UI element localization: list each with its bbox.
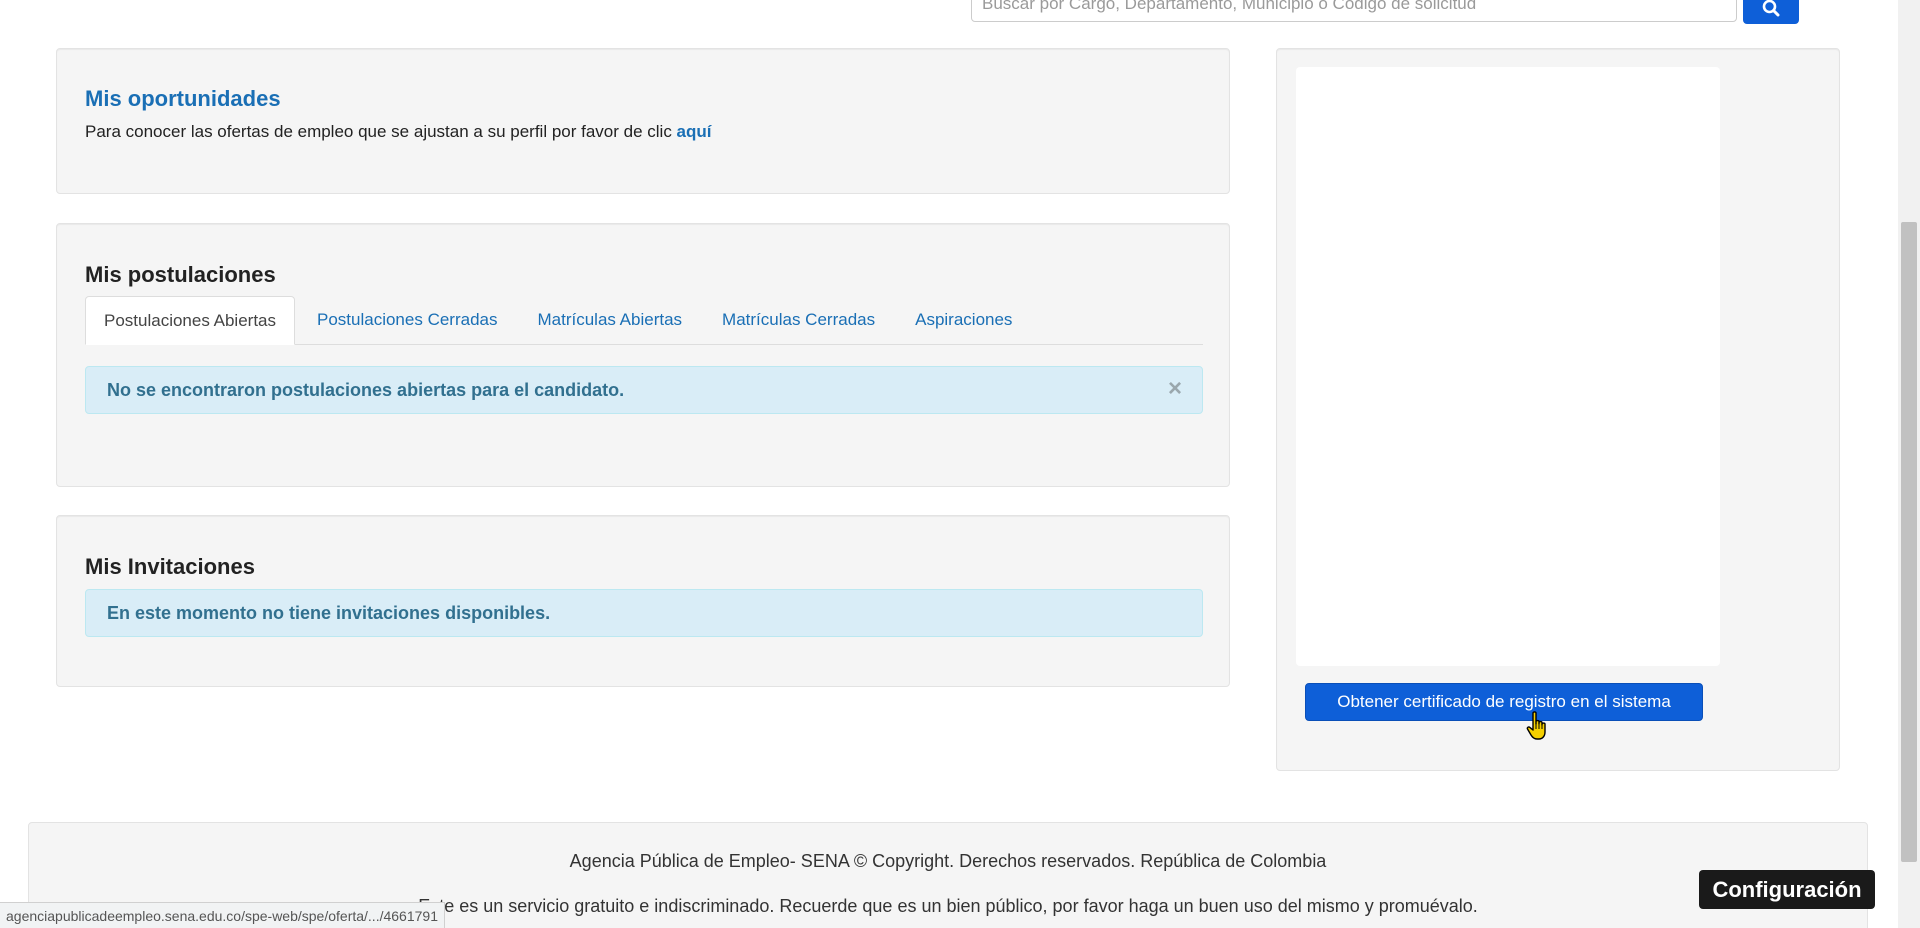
tab-postulaciones-abiertas[interactable]: Postulaciones Abiertas	[85, 296, 295, 345]
page: Mis oportunidades Para conocer las ofert…	[0, 0, 1920, 928]
search-icon	[1762, 0, 1780, 17]
search-input[interactable]	[971, 0, 1737, 22]
oportunidades-panel: Mis oportunidades Para conocer las ofert…	[56, 48, 1230, 194]
tab-postulaciones-cerradas[interactable]: Postulaciones Cerradas	[299, 296, 515, 344]
hand-cursor-icon	[1526, 711, 1546, 740]
search-bar	[971, 0, 1799, 24]
postulaciones-panel: Mis postulaciones Postulaciones Abiertas…	[56, 223, 1230, 487]
configuracion-button[interactable]: Configuración	[1699, 870, 1875, 909]
status-bar-url: agenciapublicadeempleo.sena.edu.co/spe-w…	[0, 902, 445, 928]
tab-matriculas-abiertas[interactable]: Matrículas Abiertas	[519, 296, 700, 344]
obtain-certificate-button[interactable]: Obtener certificado de registro en el si…	[1305, 683, 1703, 721]
oportunidades-link[interactable]: aquí	[677, 122, 712, 141]
profile-content-area	[1296, 67, 1720, 666]
invitaciones-panel: Mis Invitaciones En este momento no tien…	[56, 515, 1230, 687]
close-icon[interactable]: ×	[1168, 377, 1182, 401]
search-button[interactable]	[1743, 0, 1799, 24]
invitaciones-title: Mis Invitaciones	[85, 554, 255, 579]
invitaciones-alert-text: En este momento no tiene invitaciones di…	[107, 602, 551, 623]
right-panel: Obtener certificado de registro en el si…	[1276, 48, 1840, 771]
tab-matriculas-cerradas[interactable]: Matrículas Cerradas	[704, 296, 893, 344]
footer-copyright: Agencia Pública de Empleo- SENA © Copyri…	[569, 851, 1327, 871]
postulaciones-alert: No se encontraron postulaciones abiertas…	[85, 366, 1203, 414]
tab-aspiraciones[interactable]: Aspiraciones	[897, 296, 1030, 344]
postulaciones-tabs: Postulaciones Abiertas Postulaciones Cer…	[85, 296, 1203, 345]
oportunidades-text: Para conocer las ofertas de empleo que s…	[85, 122, 712, 142]
scrollbar-thumb[interactable]	[1901, 222, 1917, 862]
postulaciones-title: Mis postulaciones	[85, 262, 276, 287]
oportunidades-description: Para conocer las ofertas de empleo que s…	[85, 122, 677, 141]
invitaciones-alert: En este momento no tiene invitaciones di…	[85, 589, 1203, 637]
oportunidades-title: Mis oportunidades	[85, 86, 281, 111]
postulaciones-alert-text: No se encontraron postulaciones abiertas…	[107, 379, 625, 400]
